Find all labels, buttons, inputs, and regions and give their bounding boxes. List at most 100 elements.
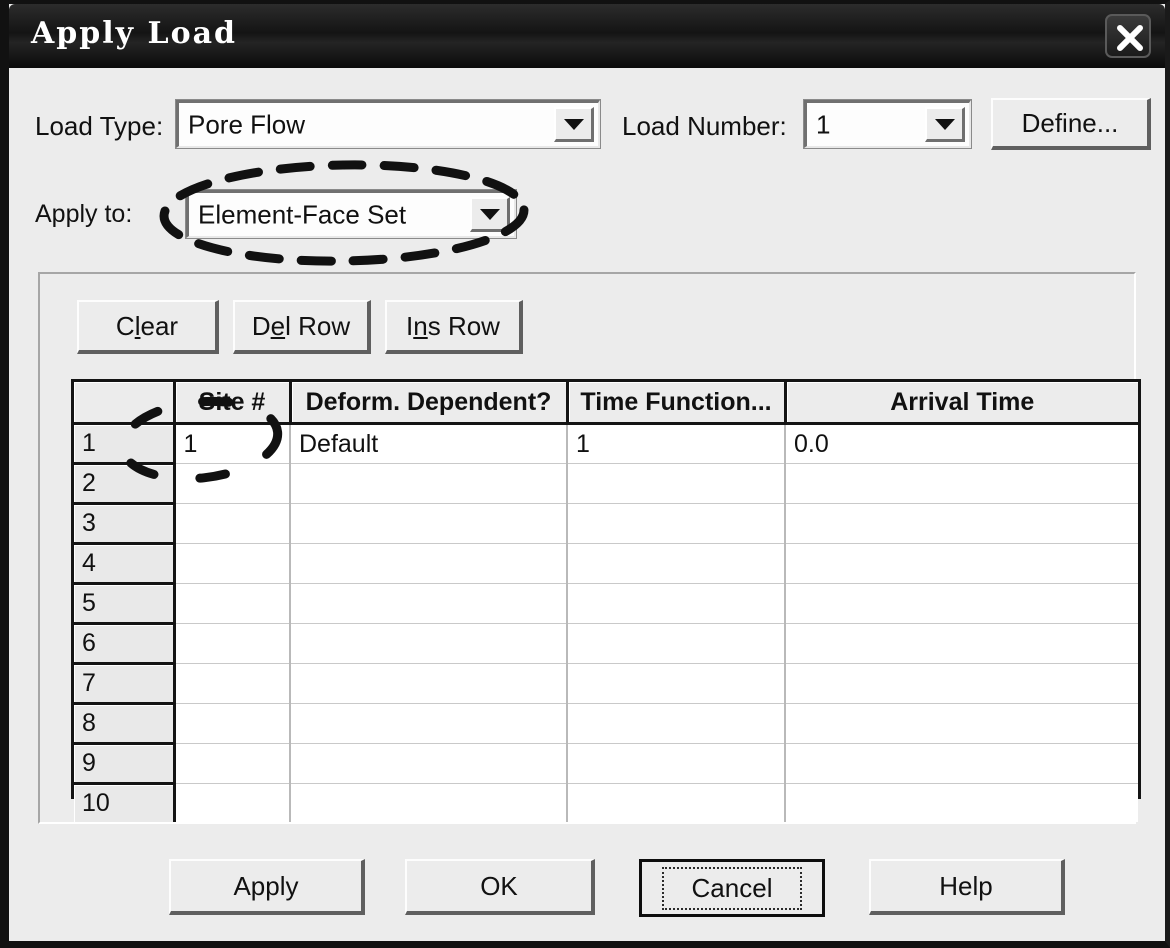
help-button[interactable]: Help (869, 859, 1065, 915)
grid-col-site[interactable]: Site # (174, 382, 292, 425)
time-function-cell[interactable] (567, 583, 786, 624)
del-row-button-label: Del Row (251, 310, 351, 341)
grid-body: 1 1 Default 1 0.0 2 3 4 5 6 7 8 9 10 (74, 423, 1138, 822)
apply-button[interactable]: Apply (169, 859, 365, 915)
chevron-down-icon[interactable] (925, 107, 965, 142)
chevron-down-icon[interactable] (470, 197, 510, 232)
apply-load-dialog: Apply Load Load Type: Pore Flow Load Num… (0, 0, 1170, 948)
load-number-value: 1 (816, 109, 831, 139)
arrival-time-cell[interactable] (785, 463, 1138, 504)
deform-dependent-cell[interactable] (290, 663, 568, 704)
table-row[interactable]: 2 (74, 463, 1138, 505)
table-row[interactable]: 1 1 Default 1 0.0 (74, 423, 1138, 465)
window-title: Apply Load (31, 16, 238, 51)
load-number-combobox[interactable]: 1 (803, 99, 972, 149)
row-number-cell[interactable]: 5 (74, 583, 176, 625)
time-function-cell[interactable] (567, 623, 786, 664)
deform-dependent-cell[interactable] (290, 743, 568, 784)
time-function-cell[interactable] (567, 783, 786, 822)
site-cell[interactable]: 1 (174, 423, 291, 464)
site-cell[interactable] (174, 743, 291, 784)
ins-row-button-label: Ins Row (406, 310, 500, 341)
table-row[interactable]: 9 (74, 743, 1138, 785)
row-number-cell[interactable]: 4 (74, 543, 176, 585)
table-row[interactable]: 8 (74, 703, 1138, 745)
deform-dependent-cell[interactable] (290, 503, 568, 544)
apply-to-label: Apply to: (35, 200, 133, 228)
table-row[interactable]: 4 (74, 543, 1138, 585)
row-number-cell[interactable]: 6 (74, 623, 176, 665)
grid-col-rownum[interactable] (74, 382, 176, 425)
site-cell[interactable] (174, 663, 291, 704)
ok-button-label: OK (480, 870, 518, 901)
deform-dependent-cell[interactable]: Default (290, 423, 568, 464)
time-function-cell[interactable]: 1 (567, 423, 786, 464)
ok-button[interactable]: OK (405, 859, 595, 915)
arrival-time-cell[interactable] (785, 503, 1138, 544)
row-number-cell[interactable]: 8 (74, 703, 176, 745)
apply-to-value: Element-Face Set (198, 199, 407, 229)
time-function-cell[interactable] (567, 663, 786, 704)
define-button[interactable]: Define... (991, 98, 1151, 150)
site-cell[interactable] (174, 543, 291, 584)
time-function-cell[interactable] (567, 543, 786, 584)
arrival-time-cell[interactable] (785, 743, 1138, 784)
apply-to-combobox[interactable]: Element-Face Set (185, 189, 517, 239)
deform-dependent-cell[interactable] (290, 583, 568, 624)
del-row-button[interactable]: Del Row (233, 300, 371, 354)
site-cell[interactable] (174, 503, 291, 544)
help-button-label: Help (939, 870, 993, 901)
site-cell[interactable] (174, 623, 291, 664)
clear-button-label: Clear (115, 310, 179, 341)
arrival-time-cell[interactable] (785, 623, 1138, 664)
close-icon[interactable] (1105, 14, 1151, 58)
table-row[interactable]: 5 (74, 583, 1138, 625)
row-number-cell[interactable]: 9 (74, 743, 176, 785)
grid-table: Site # Deform. Dependent? Time Function.… (74, 382, 1138, 822)
site-cell[interactable] (174, 783, 291, 822)
time-function-cell[interactable] (567, 503, 786, 544)
load-type-value: Pore Flow (188, 109, 306, 139)
row-number-cell[interactable]: 10 (74, 783, 176, 822)
row-number-cell[interactable]: 1 (74, 423, 176, 465)
deform-dependent-cell[interactable] (290, 783, 568, 822)
load-number-label: Load Number: (622, 111, 787, 141)
deform-dependent-cell[interactable] (290, 463, 568, 504)
grid-col-deform[interactable]: Deform. Dependent? (290, 382, 569, 425)
row-number-cell[interactable]: 3 (74, 503, 176, 545)
arrival-time-cell[interactable] (785, 783, 1138, 822)
time-function-cell[interactable] (567, 743, 786, 784)
clear-button[interactable]: Clear (77, 300, 219, 354)
site-cell[interactable] (174, 463, 291, 504)
define-button-label: Define... (1021, 107, 1119, 138)
arrival-time-cell[interactable] (785, 703, 1138, 744)
row-number-cell[interactable]: 7 (74, 663, 176, 705)
ins-row-button[interactable]: Ins Row (385, 300, 523, 354)
table-row[interactable]: 3 (74, 503, 1138, 545)
close-x-glyph (1117, 25, 1143, 51)
time-function-cell[interactable] (567, 703, 786, 744)
site-cell[interactable] (174, 583, 291, 624)
grid-col-timefn[interactable]: Time Function... (567, 382, 787, 425)
cancel-button[interactable]: Cancel (639, 859, 825, 917)
arrival-time-cell[interactable]: 0.0 (785, 423, 1138, 464)
table-row[interactable]: 7 (74, 663, 1138, 705)
table-row[interactable]: 10 (74, 783, 1138, 822)
load-type-combobox[interactable]: Pore Flow (175, 99, 601, 149)
time-function-cell[interactable] (567, 463, 786, 504)
deform-dependent-cell[interactable] (290, 703, 568, 744)
chevron-down-icon[interactable] (554, 107, 594, 142)
load-type-label: Load Type: (35, 111, 164, 141)
arrival-time-cell[interactable] (785, 543, 1138, 584)
grid-header-row: Site # Deform. Dependent? Time Function.… (74, 382, 1138, 425)
arrival-time-cell[interactable] (785, 663, 1138, 704)
cancel-button-label: Cancel (661, 866, 803, 910)
table-row[interactable]: 6 (74, 623, 1138, 665)
deform-dependent-cell[interactable] (290, 623, 568, 664)
row-number-cell[interactable]: 2 (74, 463, 176, 505)
site-cell[interactable] (174, 703, 291, 744)
grid-col-arrival[interactable]: Arrival Time (785, 382, 1138, 425)
deform-dependent-cell[interactable] (290, 543, 568, 584)
load-data-grid[interactable]: Site # Deform. Dependent? Time Function.… (71, 379, 1141, 822)
arrival-time-cell[interactable] (785, 583, 1138, 624)
